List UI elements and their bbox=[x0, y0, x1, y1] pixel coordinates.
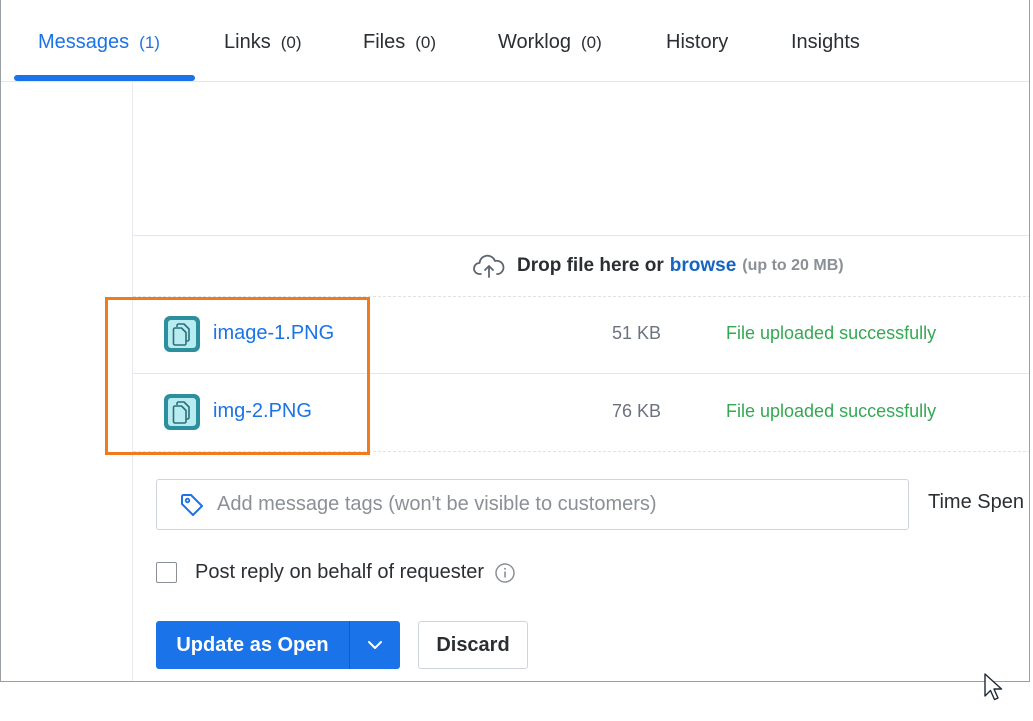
discard-button[interactable]: Discard bbox=[418, 621, 528, 669]
mouse-cursor-icon bbox=[984, 673, 1003, 701]
message-tags-field[interactable] bbox=[156, 479, 909, 530]
active-tab-indicator bbox=[14, 75, 195, 81]
time-spent-label: Time Spen bbox=[928, 491, 1024, 513]
upload-size-limit: (up to 20 MB) bbox=[742, 257, 844, 274]
post-on-behalf-label: Post reply on behalf of requester bbox=[195, 561, 485, 583]
tab-label: Files bbox=[363, 31, 406, 53]
browse-link[interactable]: browse bbox=[670, 255, 737, 277]
post-on-behalf-row: Post reply on behalf of requester bbox=[156, 561, 516, 584]
post-on-behalf-checkbox[interactable] bbox=[156, 562, 177, 583]
tab-label: Links bbox=[224, 31, 271, 53]
info-icon[interactable] bbox=[494, 562, 516, 584]
tab-count: (1) bbox=[139, 33, 160, 52]
dropzone-top-divider bbox=[133, 235, 1029, 236]
annotation-highlight-box bbox=[105, 297, 370, 455]
update-as-open-button[interactable]: Update as Open bbox=[156, 621, 349, 669]
cloud-upload-icon bbox=[473, 254, 505, 278]
tag-icon bbox=[181, 493, 203, 516]
tab-files[interactable]: Files (0) bbox=[363, 31, 436, 54]
attachment-status: File uploaded successfully bbox=[726, 401, 937, 421]
tab-insights[interactable]: Insights bbox=[791, 31, 860, 54]
tab-label: Messages bbox=[38, 31, 130, 53]
tab-worklog[interactable]: Worklog (0) bbox=[498, 31, 602, 54]
file-dropzone[interactable]: Drop file here or browse (up to 20 MB) bbox=[473, 252, 844, 280]
tab-bar: Messages (1) Links (0) Files (0) Worklog… bbox=[1, 0, 1029, 82]
ticket-editor-panel: Messages (1) Links (0) Files (0) Worklog… bbox=[0, 0, 1030, 682]
attachment-status: File uploaded successfully bbox=[726, 323, 937, 343]
update-status-split-button: Update as Open bbox=[156, 621, 400, 669]
tab-count: (0) bbox=[415, 33, 437, 52]
dropzone-text: Drop file here or bbox=[517, 255, 664, 276]
tab-history[interactable]: History bbox=[666, 31, 728, 54]
status-dropdown-toggle[interactable] bbox=[350, 621, 400, 669]
tab-count: (0) bbox=[280, 33, 302, 52]
tab-count: (0) bbox=[581, 33, 602, 52]
attachment-size: 76 KB bbox=[612, 401, 662, 421]
attachment-size: 51 KB bbox=[612, 323, 662, 343]
tab-label: Insights bbox=[791, 31, 860, 53]
tab-label: History bbox=[666, 31, 729, 53]
tab-messages[interactable]: Messages (1) bbox=[38, 31, 160, 54]
chevron-down-icon bbox=[368, 641, 382, 649]
tab-label: Worklog bbox=[498, 31, 571, 53]
tab-links[interactable]: Links (0) bbox=[224, 31, 301, 54]
message-tags-input[interactable] bbox=[217, 493, 897, 516]
